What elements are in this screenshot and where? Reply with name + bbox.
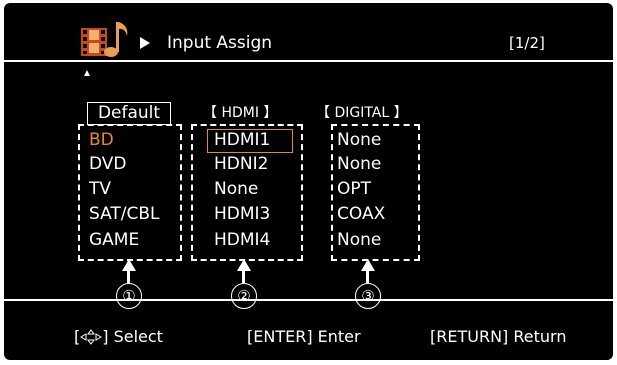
hdmi-item-tv[interactable]: None	[214, 178, 258, 200]
source-item-dvd[interactable]: DVD	[89, 153, 127, 175]
callout-3: ③	[355, 283, 381, 309]
digital-item-sat-cbl[interactable]: COAX	[337, 203, 385, 225]
source-item-tv[interactable]: TV	[89, 178, 111, 200]
footer-divider	[4, 299, 613, 301]
digital-column-header: 【 DIGITAL 】	[316, 105, 408, 121]
page-indicator: [1/2]	[509, 34, 545, 52]
footer-enter-hint: [ENTER] Enter	[247, 327, 361, 346]
film-music-icon	[81, 22, 128, 57]
cursor-keys-icon	[80, 329, 103, 345]
callout-2: ②	[231, 283, 257, 309]
digital-item-tv[interactable]: OPT	[337, 178, 371, 200]
source-item-bd[interactable]: BD	[89, 129, 114, 151]
hdmi-item-dvd[interactable]: HDNI2	[214, 153, 268, 175]
hdmi-item-sat-cbl[interactable]: HDMI3	[214, 203, 270, 225]
hdmi-column-header: 【 HDMI 】	[203, 105, 278, 121]
callout-arrow-2-shaft	[242, 270, 245, 283]
digital-item-dvd[interactable]: None	[337, 153, 381, 175]
footer-return-hint: [RETURN] Return	[430, 327, 567, 346]
callout-arrow-1-shaft	[127, 270, 130, 283]
callout-arrow-3-shaft	[366, 270, 369, 283]
default-button[interactable]: Default	[87, 102, 171, 125]
source-item-game[interactable]: GAME	[89, 229, 139, 251]
footer-select-label: ] Select	[102, 327, 163, 346]
page-title: Input Assign	[167, 33, 273, 53]
breadcrumb-arrow-icon	[140, 37, 150, 49]
digital-item-game[interactable]: None	[337, 229, 381, 251]
footer-select-hint: [ ] Select	[74, 327, 163, 347]
input-assign-screen: Input Assign [1/2] Default 【 HDMI 】 【 DI…	[4, 3, 613, 360]
hdmi-item-bd[interactable]: HDMI1	[214, 129, 270, 151]
header-divider	[4, 60, 613, 62]
callout-1: ①	[116, 283, 142, 309]
scroll-up-icon	[84, 70, 90, 76]
source-item-sat-cbl[interactable]: SAT/CBL	[89, 203, 160, 225]
hdmi-item-game[interactable]: HDMI4	[214, 229, 270, 251]
digital-item-bd[interactable]: None	[337, 129, 381, 151]
